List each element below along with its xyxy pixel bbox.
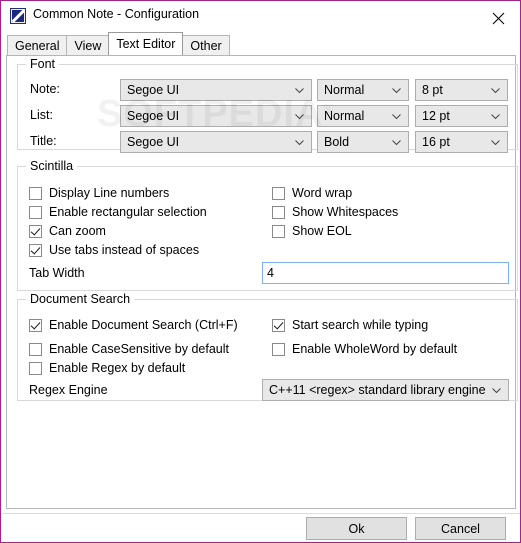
tab-general[interactable]: General	[7, 35, 68, 55]
tab-width-input[interactable]	[262, 262, 509, 284]
checkbox-label: Word wrap	[292, 186, 353, 200]
tab-label: Other	[190, 38, 222, 53]
checkbox-box	[272, 318, 285, 332]
combo-value: Normal	[324, 109, 365, 123]
list-font-style-combo[interactable]: Normal	[317, 105, 409, 127]
checkbox-label: Show EOL	[292, 224, 352, 238]
cancel-button[interactable]: Cancel	[415, 517, 506, 540]
checkbox-box	[29, 224, 42, 238]
document-search-group-title: Document Search	[26, 292, 135, 306]
tab-label: General	[15, 38, 60, 53]
checkbox-box	[272, 205, 285, 219]
checkbox-box	[29, 342, 42, 356]
combo-value: Segoe UI	[127, 109, 180, 123]
checkbox-label: Enable CaseSensitive by default	[49, 342, 229, 356]
title-font-label: Title:	[30, 134, 57, 148]
regex-engine-combo[interactable]: C++11 <regex> standard library engine	[262, 379, 509, 401]
checkbox-enable-document-search[interactable]: Enable Document Search (Ctrl+F)	[29, 317, 238, 333]
checkbox-box	[272, 224, 285, 238]
checkbox-box	[29, 243, 42, 257]
document-search-group: Document Search Enable Document Search (…	[17, 292, 518, 401]
chevron-down-icon	[295, 114, 304, 120]
combo-value: C++11 <regex> standard library engine	[269, 383, 486, 397]
combo-value: Normal	[324, 83, 365, 97]
checkbox-label: Show Whitespaces	[292, 205, 399, 219]
checkbox-box	[29, 205, 42, 219]
chevron-down-icon	[491, 88, 500, 94]
close-icon	[492, 12, 505, 25]
tab-label: Text Editor	[116, 37, 176, 51]
checkbox-label: Enable WholeWord by default	[292, 342, 458, 356]
checkbox-show-whitespaces[interactable]: Show Whitespaces	[272, 204, 398, 220]
scintilla-group-title: Scintilla	[26, 159, 78, 173]
tab-text-editor[interactable]: Text Editor	[108, 32, 184, 55]
combo-value: Segoe UI	[127, 83, 180, 97]
chevron-down-icon	[295, 140, 304, 146]
list-font-size-combo[interactable]: 12 pt	[415, 105, 508, 127]
checkbox-use-tabs-instead-of-spaces[interactable]: Use tabs instead of spaces	[29, 242, 199, 258]
combo-value: 8 pt	[422, 83, 443, 97]
checkbox-box	[29, 361, 42, 375]
checkbox-label: Enable rectangular selection	[49, 205, 207, 219]
combo-value: Segoe UI	[127, 135, 180, 149]
checkbox-enable-wholeword-by-default[interactable]: Enable WholeWord by default	[272, 341, 457, 357]
checkbox-box	[272, 342, 285, 356]
checkbox-enable-casesensitive-by-default[interactable]: Enable CaseSensitive by default	[29, 341, 229, 357]
tab-label: View	[74, 38, 102, 53]
tab-other[interactable]: Other	[182, 35, 230, 55]
title-font-size-combo[interactable]: 16 pt	[415, 131, 508, 153]
close-button[interactable]	[476, 3, 520, 31]
scintilla-group: Scintilla Display Line numbers Enable re…	[17, 159, 518, 291]
note-font-family-combo[interactable]: Segoe UI	[120, 79, 312, 101]
chevron-down-icon	[392, 140, 401, 146]
app-note-icon	[10, 8, 26, 24]
checkbox-can-zoom[interactable]: Can zoom	[29, 223, 106, 239]
chevron-down-icon	[392, 114, 401, 120]
window-title: Common Note - Configuration	[33, 7, 200, 21]
checkbox-box	[29, 318, 42, 332]
checkbox-box	[29, 186, 42, 200]
font-group-title: Font	[26, 57, 60, 71]
checkbox-enable-regex-by-default[interactable]: Enable Regex by default	[29, 360, 185, 376]
combo-value: Bold	[324, 135, 350, 149]
note-font-style-combo[interactable]: Normal	[317, 79, 409, 101]
tab-page-text-editor: Font Note: Segoe UI Normal 8 pt List: Se…	[6, 55, 518, 509]
note-font-label: Note:	[30, 82, 60, 96]
bottom-separator	[2, 513, 520, 514]
title-font-style-combo[interactable]: Bold	[317, 131, 409, 153]
tab-strip: General View Text Editor Other	[7, 32, 230, 55]
checkbox-start-search-while-typing[interactable]: Start search while typing	[272, 317, 428, 333]
checkbox-box	[272, 186, 285, 200]
font-group: Font Note: Segoe UI Normal 8 pt List: Se…	[17, 57, 518, 153]
checkbox-label: Can zoom	[49, 224, 106, 238]
checkbox-enable-rectangular-selection[interactable]: Enable rectangular selection	[29, 204, 207, 220]
chevron-down-icon	[491, 114, 500, 120]
ok-button[interactable]: Ok	[306, 517, 407, 540]
chevron-down-icon	[492, 388, 501, 394]
checkbox-label: Enable Regex by default	[49, 361, 186, 375]
list-font-label: List:	[30, 108, 53, 122]
tab-width-label: Tab Width	[29, 266, 85, 280]
regex-engine-label: Regex Engine	[29, 383, 108, 397]
checkbox-display-line-numbers[interactable]: Display Line numbers	[29, 185, 169, 201]
checkbox-label: Start search while typing	[292, 318, 429, 332]
chevron-down-icon	[491, 140, 500, 146]
combo-value: 12 pt	[422, 109, 450, 123]
tab-view[interactable]: View	[66, 35, 110, 55]
chevron-down-icon	[295, 88, 304, 94]
title-font-family-combo[interactable]: Segoe UI	[120, 131, 312, 153]
checkbox-label: Enable Document Search (Ctrl+F)	[49, 318, 238, 332]
checkbox-label: Display Line numbers	[49, 186, 170, 200]
checkbox-label: Use tabs instead of spaces	[49, 243, 200, 257]
chevron-down-icon	[392, 88, 401, 94]
configuration-dialog: Common Note - Configuration General View…	[0, 0, 521, 543]
note-font-size-combo[interactable]: 8 pt	[415, 79, 508, 101]
title-bar: Common Note - Configuration	[2, 2, 520, 31]
checkbox-word-wrap[interactable]: Word wrap	[272, 185, 352, 201]
list-font-family-combo[interactable]: Segoe UI	[120, 105, 312, 127]
combo-value: 16 pt	[422, 135, 450, 149]
checkbox-show-eol[interactable]: Show EOL	[272, 223, 352, 239]
